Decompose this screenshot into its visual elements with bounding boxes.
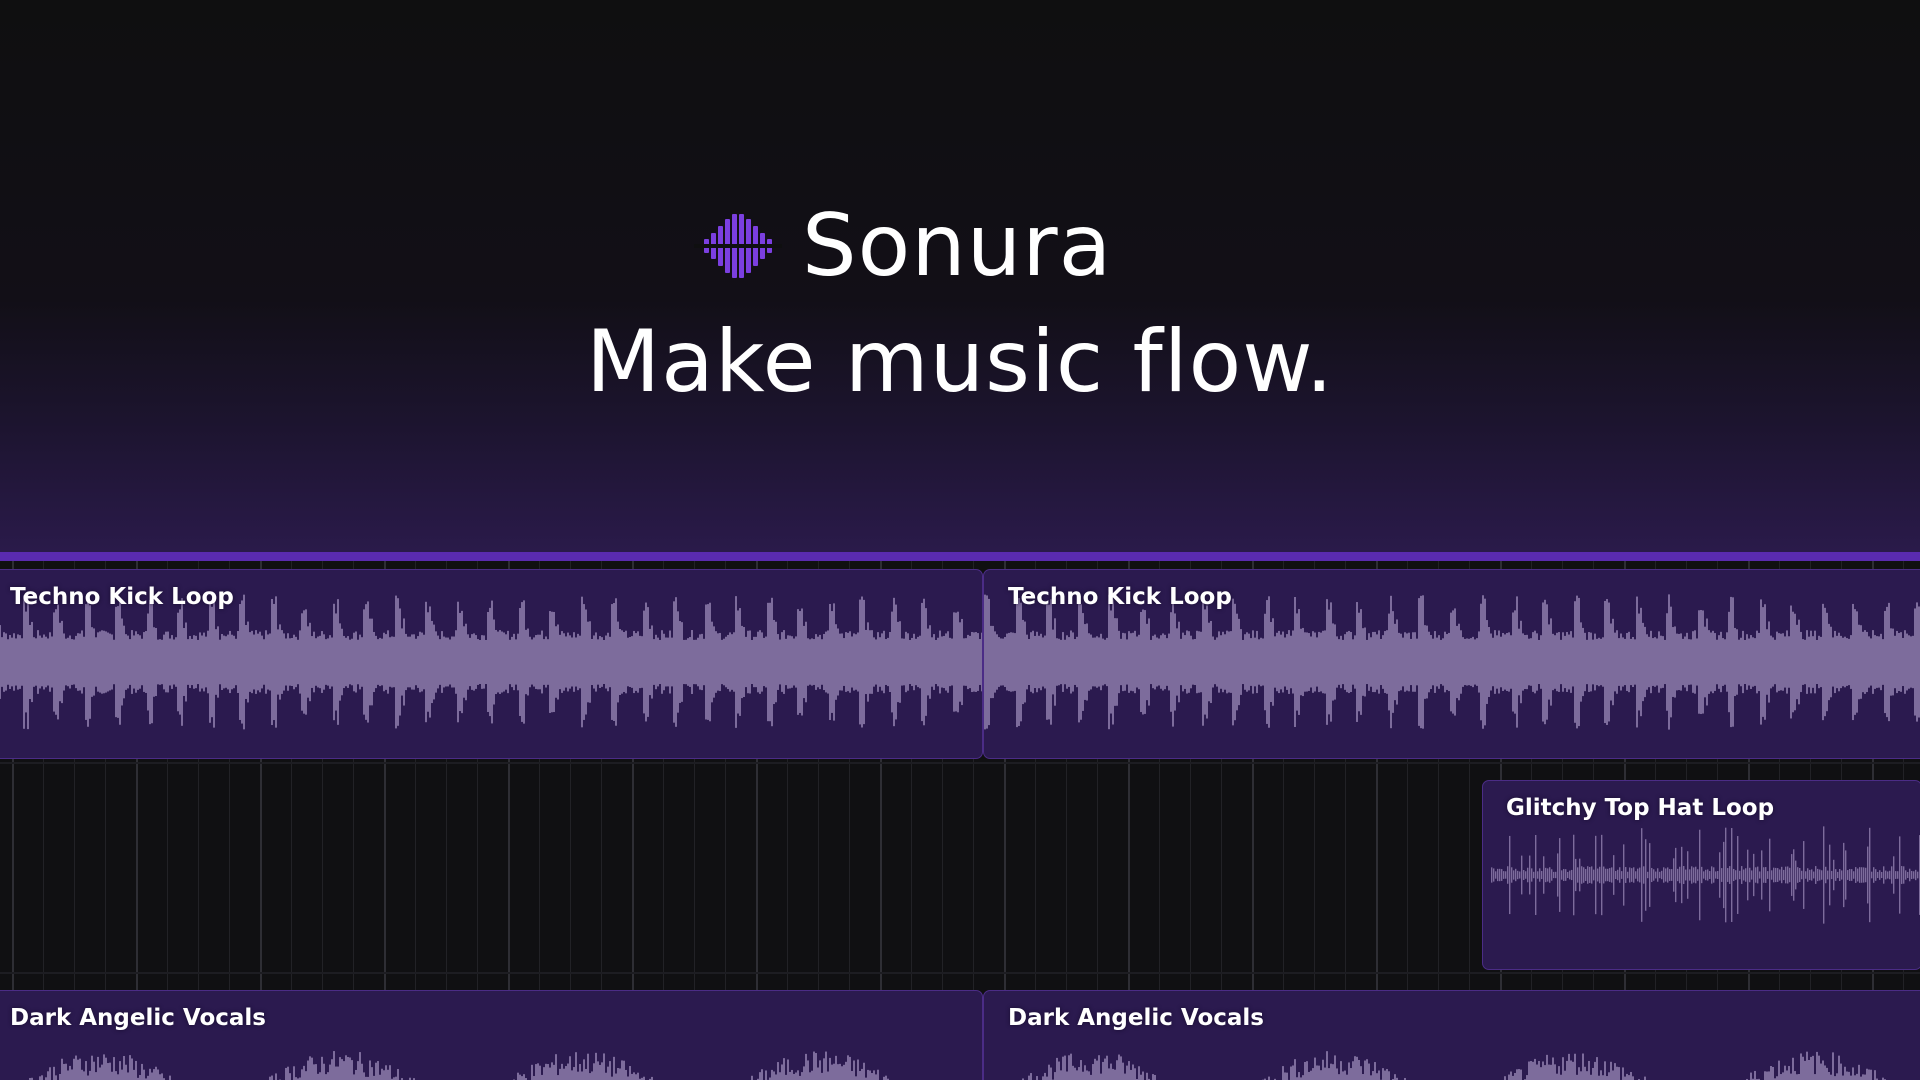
clip-label: Dark Angelic Vocals [10,1005,266,1031]
clip-label: Glitchy Top Hat Loop [1506,795,1775,821]
clip-techno-kick-loop[interactable]: Techno Kick Loop [0,569,983,759]
brand-name: Sonura [802,196,1113,296]
lane-divider [0,762,1920,764]
timeline-header-bar[interactable] [0,552,1920,561]
app-root: Sonura Make music flow. Techno Kick Loop… [0,0,1920,1080]
lane-divider [0,972,1920,974]
clip-dark-angelic-vocals[interactable]: Dark Angelic Vocals [0,990,983,1080]
clip-glitchy-top-hat-loop[interactable]: Glitchy Top Hat Loop [1482,780,1920,970]
sonura-logo-icon [694,214,782,278]
arrangement-timeline[interactable]: Techno Kick Loop Techno Kick Loop Glitch… [0,552,1920,1080]
clip-label: Dark Angelic Vocals [1008,1005,1264,1031]
clip-label: Techno Kick Loop [1008,584,1232,610]
clip-label: Techno Kick Loop [10,584,234,610]
brand-lockup: Sonura [694,196,1112,296]
hero-tagline: Make music flow. [585,312,1335,412]
clip-techno-kick-loop[interactable]: Techno Kick Loop [983,569,1920,759]
hero-section: Sonura Make music flow. [0,0,1920,552]
clip-dark-angelic-vocals[interactable]: Dark Angelic Vocals [983,990,1920,1080]
